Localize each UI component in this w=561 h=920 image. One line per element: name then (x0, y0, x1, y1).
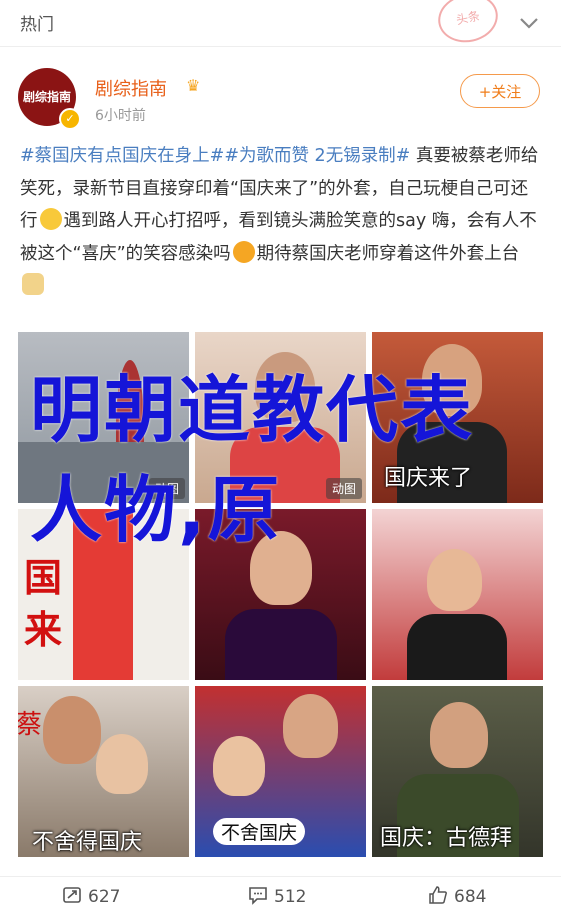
image-caption: 不舍得国庆 (32, 830, 143, 855)
black-tuxedo (407, 614, 507, 680)
post-header: 剧综指南 ✓ 剧综指南 ♛ 6小时前 +关注 (0, 60, 561, 132)
doge-emoji-icon (22, 273, 44, 295)
repost-icon (63, 887, 81, 903)
person-face (430, 702, 488, 768)
hashtag-link[interactable]: #为歌而赞 2无锡录制# (224, 146, 410, 166)
comment-count: 512 (274, 887, 307, 907)
comment-icon (249, 887, 267, 905)
post-text-segment: 期待蔡国庆老师穿着这件外套上台 (256, 243, 520, 264)
image-thumb[interactable]: 蔡 不舍得国庆 (18, 686, 189, 857)
image-caption: 不舍国庆 (213, 818, 306, 845)
action-bar: 627 512 684 (0, 876, 561, 920)
repost-button[interactable]: 627 (62, 885, 120, 907)
person-face (43, 696, 101, 764)
chevron-down-icon[interactable] (516, 10, 542, 36)
image-caption: 蔡 (18, 710, 43, 740)
like-button[interactable]: 684 (428, 885, 486, 907)
purple-suit (225, 609, 337, 680)
child-face (213, 736, 265, 796)
avatar-text: 剧综指南 (22, 90, 71, 104)
child-face (96, 734, 148, 794)
image-thumb[interactable]: 不舍国庆 (195, 686, 366, 857)
grinning-emoji-icon (232, 240, 255, 263)
like-count: 684 (454, 887, 487, 907)
hashtag-link[interactable]: #蔡国庆有点国庆在身上# (20, 146, 224, 166)
laughing-emoji-icon (39, 208, 62, 230)
watermark-stamp: 头条 (433, 0, 503, 48)
follow-button[interactable]: +关注 (460, 74, 540, 108)
image-thumb[interactable]: 国庆：古德拜 (372, 686, 543, 857)
post-time: 6小时前 (95, 108, 146, 124)
thumbs-up-icon (429, 886, 447, 904)
comment-button[interactable]: 512 (248, 885, 306, 907)
stamp-text: 头条 (454, 8, 482, 28)
person-face (283, 694, 338, 758)
verified-badge-icon: ✓ (59, 108, 81, 130)
repost-count: 627 (88, 887, 121, 907)
image-caption: 国庆：古德拜 (380, 826, 513, 851)
top-bar: 热门 头条 (0, 0, 561, 48)
post-body: #蔡国庆有点国庆在身上##为歌而赞 2无锡录制# 真要被蔡老师给笑死，录新节目直… (20, 140, 545, 303)
image-caption: 来 (24, 608, 63, 652)
section-title: 热门 (20, 15, 54, 35)
author-name[interactable]: 剧综指南 (95, 75, 167, 101)
crown-icon: ♛ (186, 76, 201, 95)
overlay-title: 明朝道教代表人物,原 (30, 368, 475, 552)
